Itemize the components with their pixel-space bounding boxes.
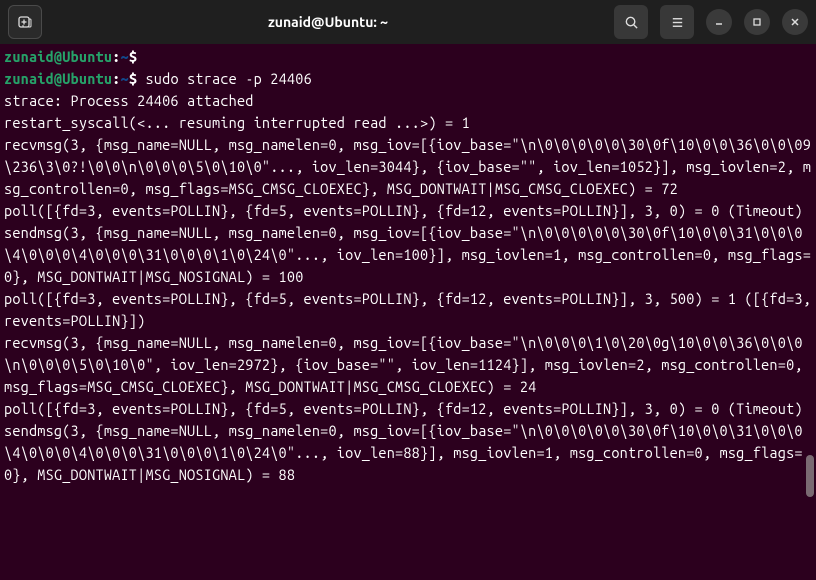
prompt-line-2: zunaid@Ubuntu:~$ sudo strace -p 24406	[4, 70, 312, 87]
output-line: restart_syscall(<... resuming interrupte…	[4, 114, 470, 131]
prompt-user-host: zunaid@Ubuntu	[4, 70, 112, 87]
output-line: poll([{fd=3, events=POLLIN}, {fd=5, even…	[4, 290, 816, 329]
search-icon	[624, 15, 639, 30]
minimize-icon	[713, 16, 725, 28]
hamburger-icon	[670, 15, 685, 30]
minimize-button[interactable]	[706, 9, 732, 35]
prompt-user-host: zunaid@Ubuntu	[4, 48, 112, 65]
close-button[interactable]	[782, 9, 808, 35]
command-2: sudo strace -p 24406	[145, 70, 311, 87]
output-line: strace: Process 24406 attached	[4, 92, 254, 109]
scrollbar-thumb[interactable]	[806, 455, 814, 497]
new-tab-button[interactable]	[8, 5, 42, 39]
output-line: poll([{fd=3, events=POLLIN}, {fd=5, even…	[4, 202, 803, 219]
maximize-button[interactable]	[744, 9, 770, 35]
prompt-line-1: zunaid@Ubuntu:~$	[4, 48, 145, 65]
output-line: recvmsg(3, {msg_name=NULL, msg_namelen=0…	[4, 136, 811, 197]
output-line: sendmsg(3, {msg_name=NULL, msg_namelen=0…	[4, 422, 803, 483]
menu-button[interactable]	[660, 5, 694, 39]
terminal-viewport[interactable]: zunaid@Ubuntu:~$ zunaid@Ubuntu:~$ sudo s…	[0, 44, 816, 580]
maximize-icon	[751, 16, 763, 28]
title-controls	[614, 5, 808, 39]
prompt-path: ~	[121, 70, 129, 87]
window-titlebar: zunaid@Ubuntu: ~	[0, 0, 816, 44]
output-line: poll([{fd=3, events=POLLIN}, {fd=5, even…	[4, 400, 803, 417]
output-line: sendmsg(3, {msg_name=NULL, msg_namelen=0…	[4, 224, 811, 285]
window-title: zunaid@Ubuntu: ~	[50, 14, 606, 30]
search-button[interactable]	[614, 5, 648, 39]
output-line: recvmsg(3, {msg_name=NULL, msg_namelen=0…	[4, 334, 811, 395]
prompt-path: ~	[121, 48, 129, 65]
close-icon	[789, 16, 801, 28]
new-tab-icon	[17, 14, 33, 30]
